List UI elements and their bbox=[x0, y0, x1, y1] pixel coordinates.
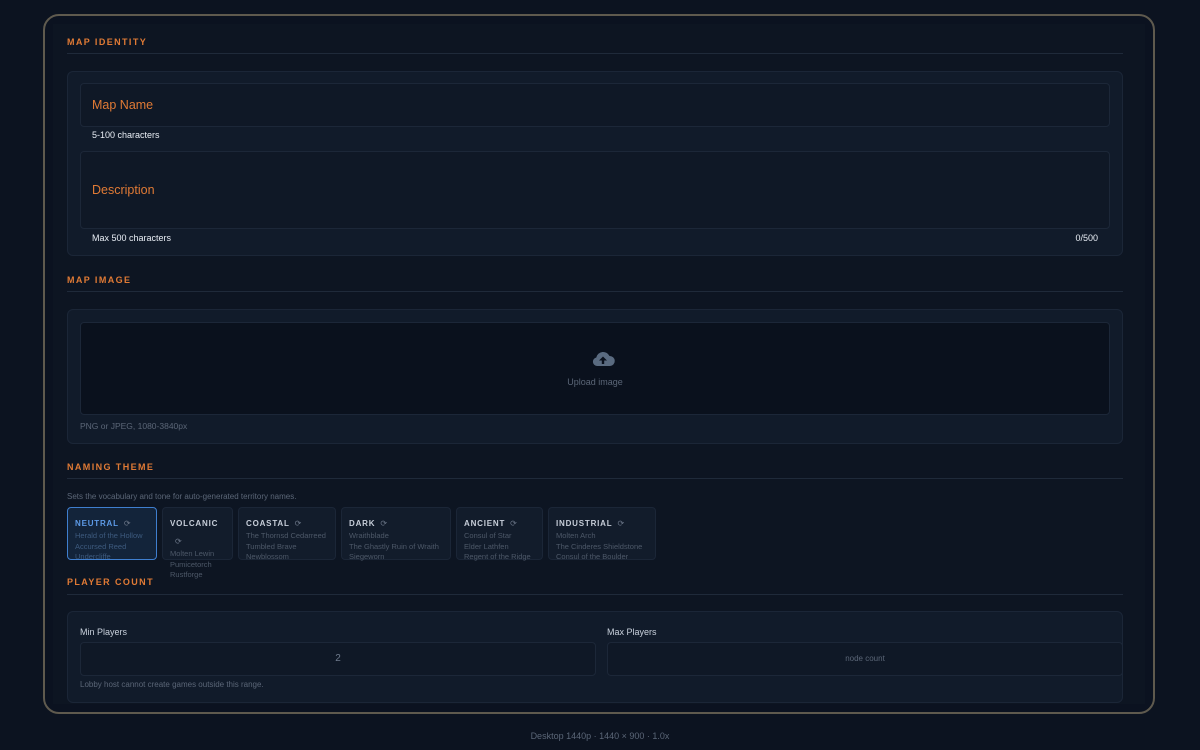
min-players-input[interactable]: 2 bbox=[80, 642, 596, 676]
description-hint: Max 500 characters bbox=[92, 233, 172, 243]
section-divider bbox=[67, 478, 1123, 479]
section-title-naming-theme: NAMING THEME bbox=[67, 462, 155, 472]
description-counter: 0/500 bbox=[1075, 233, 1098, 243]
refresh-icon[interactable]: ⟳ bbox=[380, 519, 387, 528]
section-title-map-image: MAP IMAGE bbox=[67, 275, 132, 285]
theme-option-ancient[interactable]: ANCIENT ⟳ Consul of Star Elder Lathfen Re… bbox=[456, 507, 543, 561]
image-upload-dropzone[interactable]: Upload image bbox=[80, 322, 1110, 415]
theme-example: Molten Arch bbox=[556, 531, 596, 540]
section-divider bbox=[67, 53, 1123, 54]
theme-name: DARK bbox=[349, 519, 376, 528]
theme-option-neutral[interactable]: NEUTRAL ⟳ Herald of the Hollow Accursed R… bbox=[67, 507, 157, 561]
theme-name: NEUTRAL bbox=[75, 519, 119, 528]
theme-example: Elder Lathfen bbox=[464, 541, 509, 551]
viewport-caption: Desktop 1440p · 1440 × 900 · 1.0x bbox=[530, 731, 670, 741]
section-divider bbox=[67, 594, 1123, 595]
refresh-icon[interactable]: ⟳ bbox=[295, 519, 302, 528]
refresh-icon[interactable]: ⟳ bbox=[175, 537, 182, 546]
theme-example: Consul of the Boulder bbox=[556, 552, 629, 561]
theme-name: VOLCANIC bbox=[170, 519, 219, 528]
theme-example: The Thornsd Cedarreed bbox=[246, 531, 326, 540]
form-screen: MAP IDENTITY Map Name 5-100 characters D… bbox=[53, 24, 1145, 704]
map-image-card: Upload image PNG or JPEG, 1080-3840px bbox=[67, 309, 1123, 444]
theme-example: Pumicetorch bbox=[170, 559, 212, 569]
theme-example: Herald of the Hollow bbox=[75, 531, 143, 540]
theme-name: COASTAL bbox=[246, 519, 290, 528]
theme-example: Undercliffe bbox=[75, 552, 111, 561]
section-title-map-identity: MAP IDENTITY bbox=[67, 37, 148, 47]
image-format-hint: PNG or JPEG, 1080-3840px bbox=[80, 421, 188, 431]
cloud-upload-icon bbox=[592, 351, 615, 366]
max-players-input[interactable]: node count bbox=[607, 642, 1123, 676]
theme-example: Rustforge bbox=[170, 570, 203, 579]
theme-option-dark[interactable]: DARK ⟳ Wraithblade The Ghastly Ruin of Wr… bbox=[341, 507, 451, 561]
refresh-icon[interactable]: ⟳ bbox=[124, 519, 131, 528]
theme-option-coastal[interactable]: COASTAL ⟳ The Thornsd Cedarreed Tumbled B… bbox=[238, 507, 336, 561]
section-divider bbox=[67, 291, 1123, 292]
map-name-label: Map Name bbox=[92, 98, 154, 112]
naming-theme-description: Sets the vocabulary and tone for auto-ge… bbox=[67, 492, 297, 501]
theme-name: INDUSTRIAL bbox=[556, 519, 613, 528]
upload-image-label: Upload image bbox=[567, 377, 623, 387]
description-label: Description bbox=[92, 183, 155, 197]
max-players-label: Max Players bbox=[607, 627, 657, 637]
theme-example: The Ghastly Ruin of Wraith bbox=[349, 541, 439, 551]
theme-example: Regent of the Ridge bbox=[464, 552, 531, 561]
theme-example: Consul of Star bbox=[464, 531, 512, 540]
description-field[interactable]: Description bbox=[80, 151, 1110, 229]
map-identity-card: Map Name 5-100 characters Description Ma… bbox=[67, 71, 1123, 256]
theme-example: Molten Lewin bbox=[170, 549, 215, 558]
refresh-icon[interactable]: ⟳ bbox=[510, 519, 517, 528]
theme-example: Wraithblade bbox=[349, 531, 389, 540]
refresh-icon[interactable]: ⟳ bbox=[617, 519, 624, 528]
theme-option-volcanic[interactable]: VOLCANIC ⟳ Molten Lewin Pumicetorch Rustf… bbox=[162, 507, 233, 579]
device-frame: MAP IDENTITY Map Name 5-100 characters D… bbox=[43, 14, 1155, 714]
player-count-hint: Lobby host cannot create games outside t… bbox=[80, 680, 264, 689]
theme-name: ANCIENT bbox=[464, 519, 506, 528]
theme-option-industrial[interactable]: INDUSTRIAL ⟳ Molten Arch The Cinderes Shi… bbox=[548, 507, 656, 561]
player-count-card: Min Players 2 Max Players node count Lob… bbox=[67, 611, 1123, 703]
section-title-player-count: PLAYER COUNT bbox=[67, 577, 154, 587]
theme-example: Newblossom bbox=[246, 552, 289, 561]
theme-example: Siegeworn bbox=[349, 552, 385, 561]
theme-example: Tumbled Brave bbox=[246, 541, 297, 551]
theme-example: Accursed Reed bbox=[75, 541, 127, 551]
map-name-field[interactable]: Map Name bbox=[80, 83, 1110, 127]
theme-example: The Cinderes Shieldstone bbox=[556, 541, 643, 551]
min-players-label: Min Players bbox=[80, 627, 128, 637]
map-name-hint: 5-100 characters bbox=[92, 130, 160, 140]
